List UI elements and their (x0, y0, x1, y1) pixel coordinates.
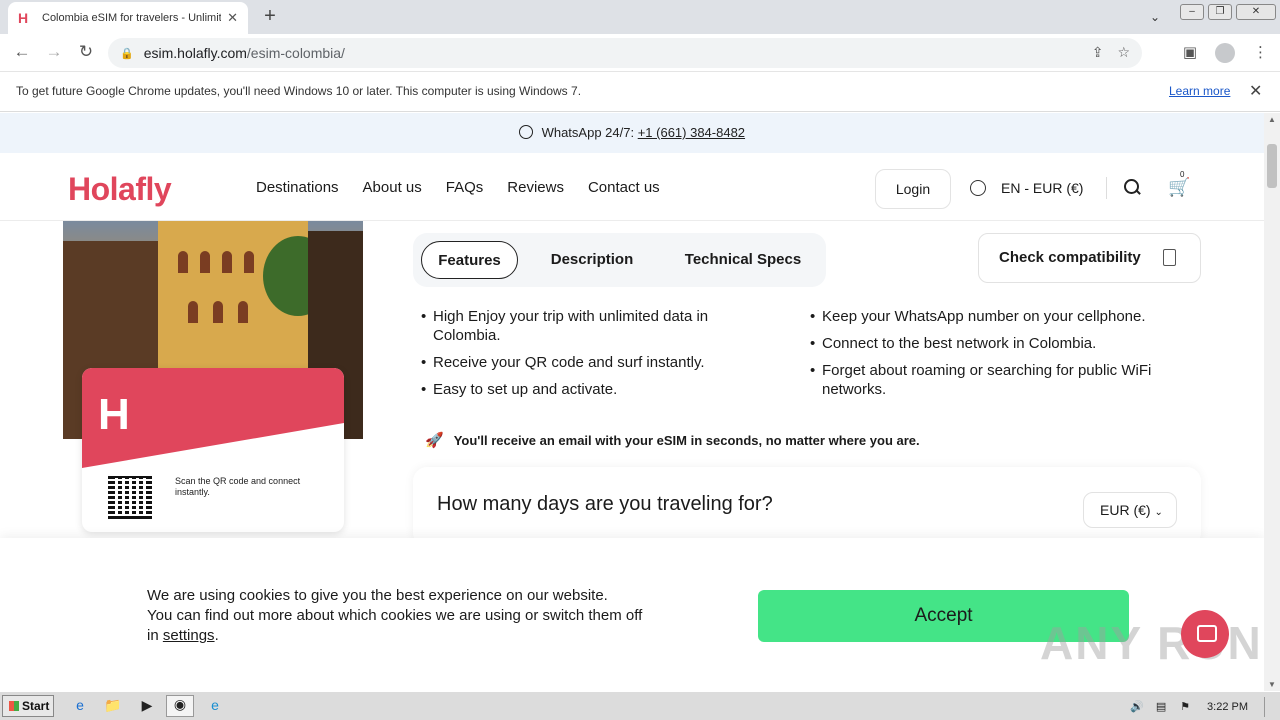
share-icon[interactable]: ⇪ (1092, 44, 1104, 61)
feature-item: Forget about roaming or searching for pu… (810, 361, 1190, 399)
product-tabs: Features Description Technical Specs (413, 233, 826, 287)
edge-icon[interactable]: e (205, 697, 225, 715)
main-nav: Destinations About us FAQs Reviews Conta… (256, 179, 684, 196)
feature-item: Easy to set up and activate. (421, 380, 761, 399)
windows-taskbar: Start e 📁 ▶ ◉ e 🔊 ▤ ⚑ 3:22 PM (0, 691, 1280, 720)
days-question: How many days are you traveling for? (437, 493, 773, 515)
start-button[interactable]: Start (2, 695, 54, 717)
email-note: 🚀 You'll receive an email with your eSIM … (425, 431, 920, 449)
cart-count-badge: 0 (1180, 170, 1185, 179)
nav-about-us[interactable]: About us (363, 179, 422, 196)
browser-tab[interactable]: H Colombia eSIM for travelers - Unlimit … (8, 2, 248, 34)
features-list-right: Keep your WhatsApp number on your cellph… (810, 307, 1190, 407)
whatsapp-bar: WhatsApp 24/7: +1 (661) 384-8482 (0, 113, 1264, 153)
scroll-up-icon[interactable]: ▲ (1268, 115, 1276, 124)
chevron-down-icon: ⌄ (1154, 507, 1163, 518)
document-check-icon (1163, 249, 1176, 266)
esim-card-logo: H (98, 390, 130, 439)
holafly-logo[interactable]: Holafly (68, 171, 172, 208)
learn-more-link[interactable]: Learn more (1169, 84, 1230, 98)
volume-icon[interactable]: 🔊 (1129, 700, 1145, 713)
omnibox-actions: ⇪ ☆ (1092, 44, 1130, 61)
site-header: Holafly Destinations About us FAQs Revie… (0, 153, 1264, 221)
new-tab-button[interactable]: + (258, 5, 282, 28)
scan-qr-text: Scan the QR code and connect instantly. (175, 476, 301, 497)
reload-icon[interactable]: ↻ (75, 42, 97, 62)
infobar-close-icon[interactable]: ✕ (1249, 81, 1262, 101)
chrome-menu-icon[interactable]: ⋮ (1253, 43, 1268, 63)
nav-destinations[interactable]: Destinations (256, 179, 339, 196)
features-list-left: High Enjoy your trip with unlimited data… (421, 307, 761, 407)
tab-title: Colombia eSIM for travelers - Unlimit (42, 12, 222, 24)
tab-search-chevron-icon[interactable]: ⌄ (1150, 10, 1160, 24)
anyrun-watermark: ANY RUN (1040, 617, 1263, 669)
scroll-thumb[interactable] (1267, 144, 1277, 188)
network-icon[interactable]: ▤ (1153, 700, 1169, 713)
login-button[interactable]: Login (875, 169, 951, 209)
minimize-button[interactable]: – (1180, 4, 1204, 20)
globe-icon (970, 180, 986, 196)
esim-card-graphic: H Scan the QR code and connect instantly… (82, 368, 344, 532)
chat-bubble-icon[interactable] (1181, 610, 1229, 658)
bookmark-star-icon[interactable]: ☆ (1117, 44, 1130, 61)
clock[interactable]: 3:22 PM (1207, 701, 1248, 713)
language-currency-selector[interactable]: EN - EUR (€) (970, 180, 1083, 196)
system-tray: 🔊 ▤ ⚑ 3:22 PM (1129, 692, 1280, 720)
scroll-down-icon[interactable]: ▼ (1268, 680, 1276, 689)
whatsapp-icon (518, 125, 533, 139)
whatsapp-label: WhatsApp 24/7: (541, 125, 635, 140)
web-page: WhatsApp 24/7: +1 (661) 384-8482 Holafly… (0, 113, 1264, 691)
cookie-message: We are using cookies to give you the bes… (147, 587, 643, 644)
url-text: esim.holafly.com/esim-colombia/ (143, 45, 345, 61)
page-scrollbar[interactable]: ▲ ▼ (1264, 113, 1280, 691)
lock-icon[interactable]: 🔒 (120, 47, 134, 60)
cookie-settings-link[interactable]: settings (163, 627, 215, 644)
check-compatibility-label: Check compatibility (999, 249, 1141, 266)
days-selector-card: How many days are you traveling for? EUR… (413, 467, 1201, 547)
back-icon[interactable]: ← (11, 42, 33, 62)
feature-item: Keep your WhatsApp number on your cellph… (810, 307, 1190, 326)
media-player-icon[interactable]: ▶ (137, 697, 157, 715)
search-icon[interactable] (1124, 179, 1140, 195)
currency-select[interactable]: EUR (€) ⌄ (1083, 492, 1177, 528)
feature-item: Connect to the best network in Colombia. (810, 334, 1190, 353)
tab-technical-specs[interactable]: Technical Specs (671, 241, 815, 279)
email-note-text: You'll receive an email with your eSIM i… (453, 433, 920, 448)
update-infobar: To get future Google Chrome updates, you… (0, 72, 1280, 112)
toolbar-right: ▣ ⋮ (1183, 43, 1268, 63)
check-compatibility-button[interactable]: Check compatibility (978, 233, 1201, 283)
explorer-folder-icon[interactable]: 📁 (103, 697, 123, 715)
windows-logo-icon (9, 701, 19, 711)
ie-icon[interactable]: e (70, 697, 90, 715)
nav-reviews[interactable]: Reviews (507, 179, 564, 196)
close-window-button[interactable]: ✕ (1236, 4, 1276, 20)
tab-features[interactable]: Features (421, 241, 518, 279)
side-panel-icon[interactable]: ▣ (1183, 43, 1197, 63)
cart-icon[interactable]: 🛒 (1168, 177, 1190, 198)
nav-faqs[interactable]: FAQs (446, 179, 484, 196)
close-tab-icon[interactable]: ✕ (227, 10, 238, 26)
window-controls: ⌄ – ❐ ✕ (1150, 0, 1280, 24)
profile-avatar-icon[interactable] (1215, 43, 1235, 63)
chrome-taskbar-icon[interactable]: ◉ (166, 695, 194, 717)
flag-notification-icon[interactable]: ⚑ (1177, 700, 1193, 713)
restore-button[interactable]: ❐ (1208, 4, 1232, 20)
holafly-favicon-icon: H (18, 10, 29, 26)
language-label: EN - EUR (€) (1001, 180, 1084, 196)
tab-description[interactable]: Description (537, 241, 647, 279)
infobar-message: To get future Google Chrome updates, you… (16, 84, 582, 98)
show-desktop-button[interactable] (1264, 696, 1276, 717)
forward-icon[interactable]: → (43, 42, 65, 62)
browser-tab-strip: H Colombia eSIM for travelers - Unlimit … (0, 0, 1280, 34)
feature-item: High Enjoy your trip with unlimited data… (421, 307, 761, 345)
feature-item: Receive your QR code and surf instantly. (421, 353, 761, 372)
cookie-banner: We are using cookies to give you the bes… (0, 538, 1264, 691)
header-divider (1106, 177, 1107, 199)
rocket-icon: 🚀 (425, 432, 444, 449)
nav-contact-us[interactable]: Contact us (588, 179, 660, 196)
whatsapp-phone-link[interactable]: +1 (661) 384-8482 (638, 125, 745, 140)
browser-toolbar: ← → ↻ 🔒 esim.holafly.com/esim-colombia/ … (0, 34, 1280, 72)
address-bar[interactable]: 🔒 esim.holafly.com/esim-colombia/ ⇪ ☆ (108, 38, 1142, 68)
